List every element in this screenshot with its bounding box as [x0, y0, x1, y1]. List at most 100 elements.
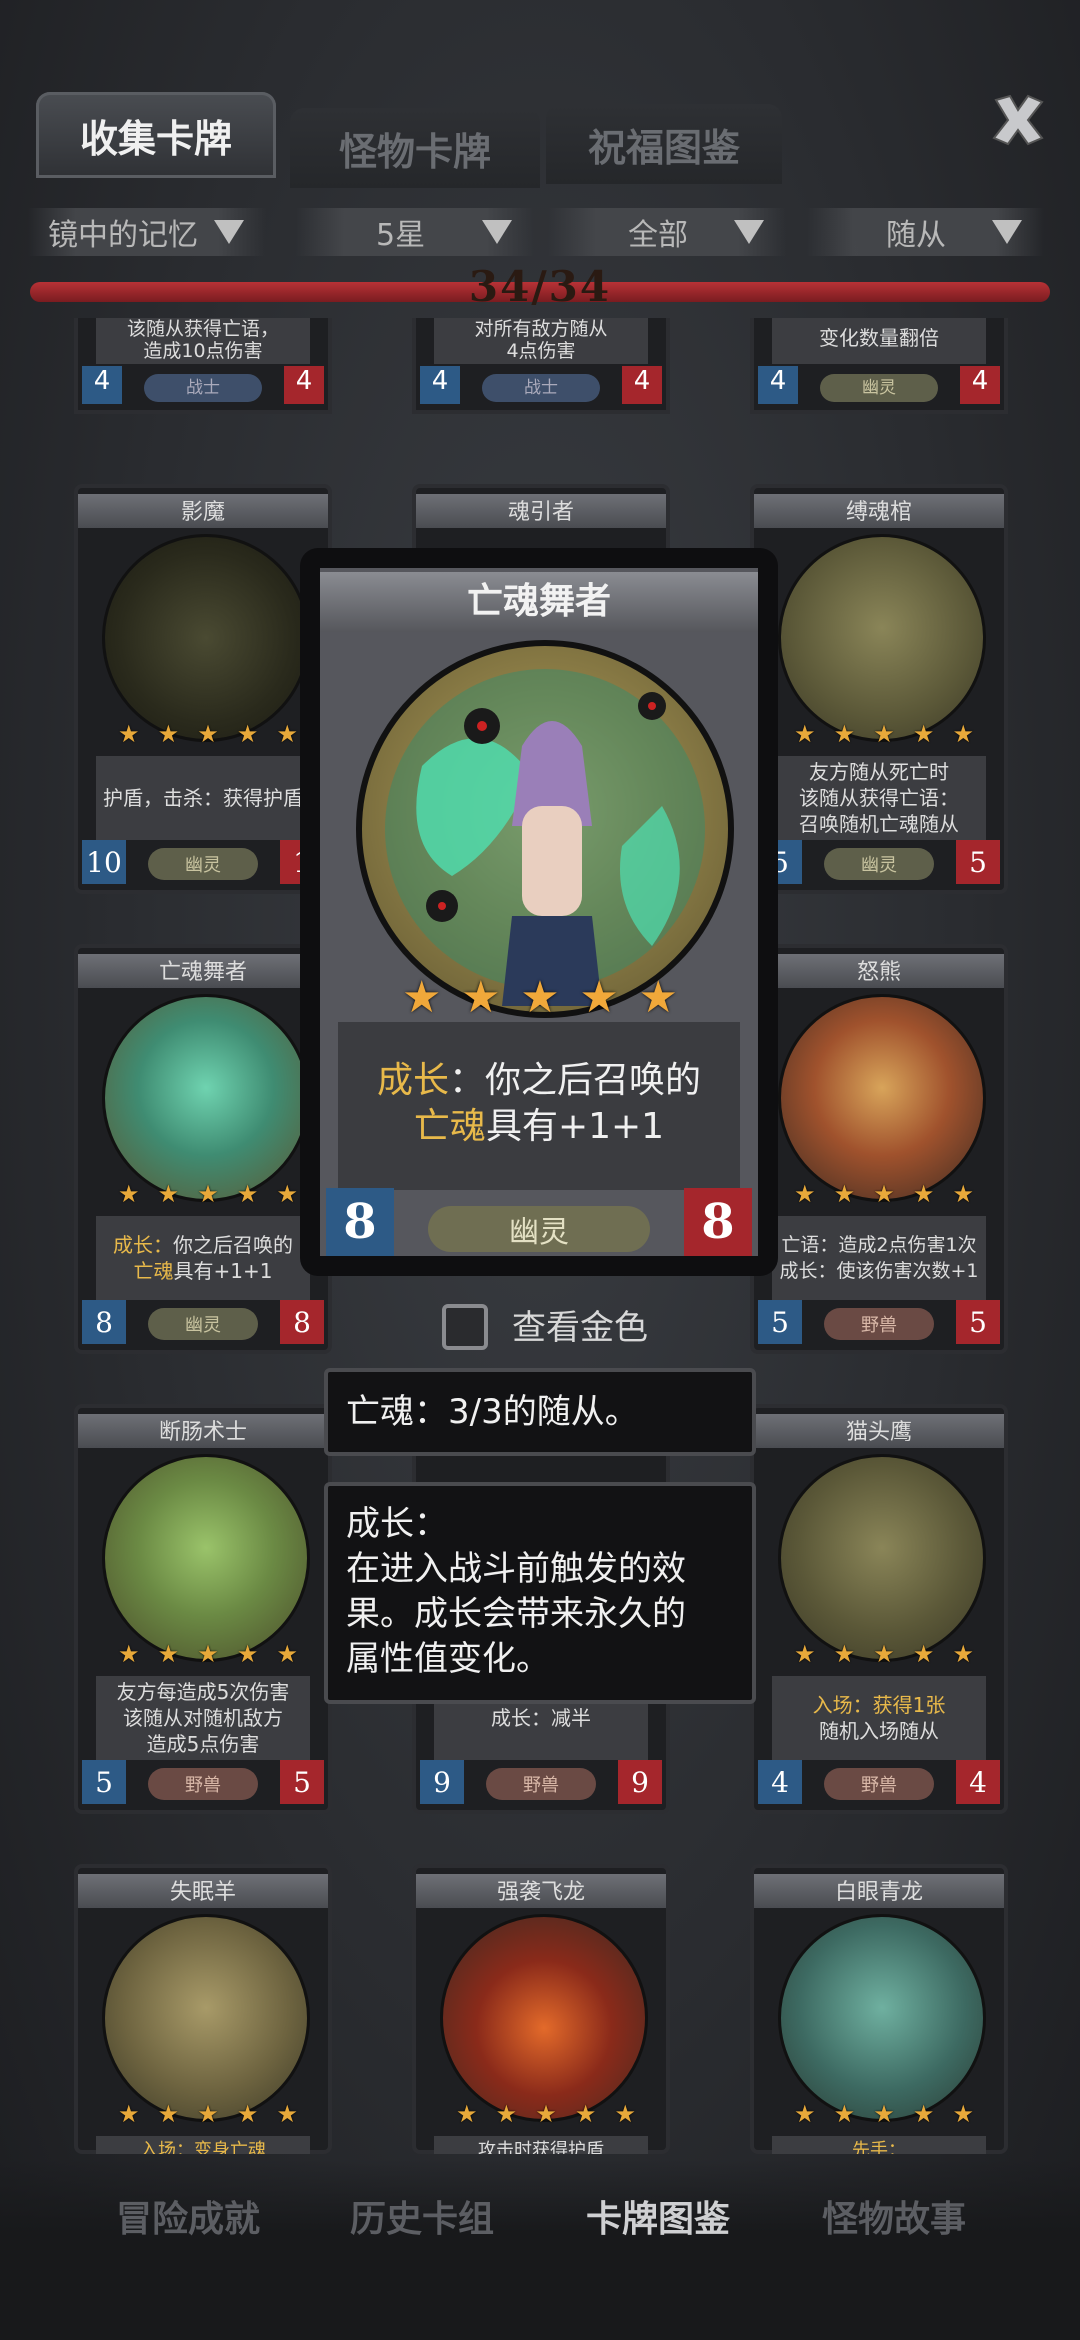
keyword-growth[interactable]: 成长: [377, 1060, 449, 1101]
filter-type-label: 随从: [886, 218, 946, 253]
card-type-badge: 幽灵: [820, 374, 938, 402]
card-portrait: [778, 1914, 986, 2122]
keyword-growth: 成长：: [113, 1233, 173, 1257]
card-type-badge: 野兽: [824, 1308, 934, 1340]
card-name: 怒熊: [754, 954, 1004, 988]
card-desc: 变化数量翻倍: [772, 318, 986, 364]
nav-card-codex[interactable]: 卡牌图鉴: [586, 2190, 730, 2242]
nav-monster-stories[interactable]: 怪物故事: [822, 2190, 966, 2242]
attack-badge: 10: [82, 840, 126, 884]
star-rating: ★ ★ ★ ★ ★: [456, 2100, 636, 2128]
card-name: 魂引者: [416, 494, 666, 528]
card-partial[interactable]: 对所有敌方随从 4点伤害 4 4 战士: [412, 318, 670, 414]
card-desc: 攻击时获得护盾: [434, 2136, 648, 2154]
dropdown-arrow-icon: [482, 220, 512, 244]
card-soul-coffin[interactable]: 缚魂棺 ★ ★ ★ ★ ★ 友方随从死亡时 该随从获得亡语： 召唤随机亡魂随从 5 5 …: [750, 484, 1008, 894]
card-desc-line: 造成10点伤害: [143, 340, 263, 362]
keyword-soul[interactable]: 亡魂: [414, 1106, 486, 1147]
filter-expansion[interactable]: 镜中的记忆: [28, 208, 266, 256]
card-detail-desc: 成长：你之后召唤的 亡魂具有+1+1: [338, 1022, 740, 1190]
dropdown-arrow-icon: [734, 220, 764, 244]
card-detail-name: 亡魂舞者: [320, 572, 758, 632]
bottom-nav-bar: [0, 2160, 1080, 2340]
card-name: 断肠术士: [78, 1414, 328, 1448]
card-desc-line: 该随从对随机敌方: [123, 1706, 283, 1730]
card-desc: 对所有敌方随从 4点伤害: [434, 318, 648, 364]
filter-race[interactable]: 全部: [548, 208, 786, 256]
card-portrait: [102, 994, 310, 1202]
card-desc-line: 成长：使该伤害次数+1: [779, 1260, 979, 1282]
filter-stars[interactable]: 5星: [296, 208, 534, 256]
card-desc-line: 亡语：造成2点伤害1次: [781, 1234, 977, 1256]
card-portrait: [440, 1914, 648, 2122]
card-desc: 成长：你之后召唤的 亡魂具有+1+1: [96, 1216, 310, 1300]
dropdown-arrow-icon: [992, 220, 1022, 244]
health-badge: 9: [618, 1760, 662, 1804]
tab-monster-cards[interactable]: 怪物卡牌: [290, 108, 540, 188]
card-angry-bear[interactable]: 怒熊 ★ ★ ★ ★ ★ 亡语：造成2点伤害1次 成长：使该伤害次数+1 5 5 野兽: [750, 944, 1008, 1354]
card-detail-desc-text: 具有+1+1: [485, 1106, 665, 1147]
card-type-badge: 战士: [482, 374, 600, 402]
card-portrait: [778, 1454, 986, 1662]
card-type-badge: 战士: [144, 374, 262, 402]
card-desc-line: 友方每造成5次伤害: [116, 1680, 290, 1704]
card-detail-desc-text: ：你之后召唤的: [449, 1060, 702, 1101]
card-desc-line: 入场：获得1张: [812, 1693, 946, 1717]
attack-badge: 9: [420, 1760, 464, 1804]
card-type-badge: 野兽: [148, 1768, 258, 1800]
view-gold-checkbox[interactable]: [442, 1304, 488, 1350]
tooltip-growth-line: 在进入战斗前触发的效: [346, 1549, 686, 1589]
close-icon[interactable]: [988, 90, 1048, 150]
card-assault-dragon[interactable]: 强袭飞龙 ★ ★ ★ ★ ★ 攻击时获得护盾: [412, 1864, 670, 2154]
card-desc: 护盾，击杀：获得护盾: [96, 756, 310, 840]
star-rating: ★ ★ ★ ★ ★: [118, 2100, 298, 2128]
card-name: 影魔: [78, 494, 328, 528]
star-rating: ★ ★ ★ ★ ★: [794, 2100, 974, 2128]
filter-type[interactable]: 随从: [806, 208, 1044, 256]
star-rating: ★ ★ ★ ★ ★: [794, 1180, 974, 1208]
card-detail-popup[interactable]: 亡魂舞者 ★ ★ ★ ★ ★ 成长：你之后召唤的 亡魂具有+1+1 8 8 幽灵: [300, 548, 778, 1276]
view-gold-label[interactable]: 查看金色: [512, 1300, 648, 1349]
filter-expansion-label: 镜中的记忆: [48, 218, 198, 253]
star-rating: ★ ★ ★ ★ ★: [794, 720, 974, 748]
health-badge: 5: [280, 1760, 324, 1804]
nav-deck-history[interactable]: 历史卡组: [350, 2190, 494, 2242]
card-detail-portrait: [356, 640, 734, 1018]
card-desc-line: 造成5点伤害: [146, 1732, 260, 1756]
card-desc-line: 召唤随机亡魂随从: [799, 812, 959, 836]
health-badge: 4: [960, 366, 1000, 404]
attack-badge: 4: [82, 366, 122, 404]
health-badge: 5: [956, 1300, 1000, 1344]
tooltip-growth-line: 属性值变化。: [346, 1639, 550, 1679]
card-desc-line: 4点伤害: [506, 340, 576, 362]
card-desc-line: 该随从获得亡语，: [126, 318, 279, 340]
card-partial[interactable]: 变化数量翻倍 4 4 幽灵: [750, 318, 1008, 414]
card-gut-sorcerer[interactable]: 断肠术士 ★ ★ ★ ★ ★ 友方每造成5次伤害 该随从对随机敌方 造成5点伤害 5 5…: [74, 1404, 332, 1814]
card-desc: 该随从获得亡语， 造成10点伤害: [96, 318, 310, 364]
card-detail-type: 幽灵: [428, 1206, 650, 1252]
card-shadow-demon[interactable]: 影魔 ★★★★★ 护盾，击杀：获得护盾 10 1 幽灵: [74, 484, 332, 894]
attack-badge: 5: [758, 1300, 802, 1344]
attack-badge: 4: [758, 1760, 802, 1804]
card-owl[interactable]: 猫头鹰 ★ ★ ★ ★ ★ 入场：获得1张 随机入场随从 4 4 野兽: [750, 1404, 1008, 1814]
card-desc: 入场：变身亡魂: [96, 2136, 310, 2154]
tab-collect-cards[interactable]: 收集卡牌: [36, 92, 276, 178]
card-desc: 入场：获得1张 随机入场随从: [772, 1676, 986, 1760]
collection-progress-text: 34/34: [468, 262, 612, 311]
nav-adventure-achievements[interactable]: 冒险成就: [116, 2190, 260, 2242]
star-rating: ★ ★ ★ ★ ★: [118, 1640, 298, 1668]
tooltip-growth: 成长： 在进入战斗前触发的效 果。成长会带来永久的 属性值变化。: [324, 1482, 756, 1704]
card-desc-line: 友方随从死亡时: [809, 760, 949, 784]
card-type-badge: 野兽: [824, 1768, 934, 1800]
star-rating: ★ ★ ★ ★ ★: [118, 720, 298, 748]
card-soul-dancer[interactable]: 亡魂舞者 ★ ★ ★ ★ ★ 成长：你之后召唤的 亡魂具有+1+1 8 8 幽灵: [74, 944, 332, 1354]
card-insomnia-sheep[interactable]: 失眠羊 ★ ★ ★ ★ ★ 入场：变身亡魂: [74, 1864, 332, 2154]
card-type-badge: 野兽: [486, 1768, 596, 1800]
card-partial[interactable]: 该随从获得亡语， 造成10点伤害 4 4 战士: [74, 318, 332, 414]
card-white-eye-dragon[interactable]: 白眼青龙 ★ ★ ★ ★ ★ 先手：: [750, 1864, 1008, 2154]
card-type-badge: 幽灵: [824, 848, 934, 880]
card-desc: 友方每造成5次伤害 该随从对随机敌方 造成5点伤害: [96, 1676, 310, 1760]
tab-blessing-codex[interactable]: 祝福图鉴: [546, 104, 782, 184]
attack-badge: 8: [82, 1300, 126, 1344]
card-type-badge: 幽灵: [148, 848, 258, 880]
